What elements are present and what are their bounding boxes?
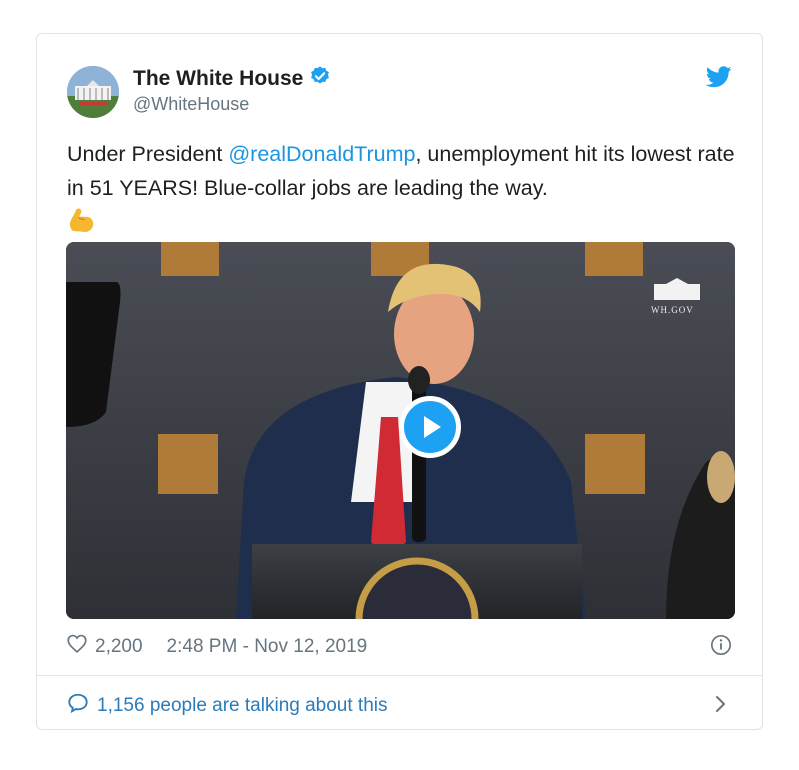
- play-icon: [424, 416, 441, 438]
- wh-gov-watermark: WH.GOV: [651, 305, 694, 315]
- tweet-text-before: Under President: [67, 142, 229, 166]
- info-icon[interactable]: [710, 634, 732, 661]
- talking-count[interactable]: 1,156 people are talking about this: [97, 695, 388, 717]
- tweet-card: The White House @WhiteHouse Under Presid…: [36, 33, 763, 730]
- avatar[interactable]: [67, 66, 119, 118]
- tweet-text: Under President @realDonaldTrump, unempl…: [67, 137, 737, 245]
- speech-bubble-icon: [67, 692, 89, 720]
- twitter-bird-icon[interactable]: [705, 66, 732, 93]
- tweet-meta: 2,200 2:48 PM - Nov 12, 2019: [67, 634, 367, 659]
- video-player[interactable]: WH.GOV: [66, 242, 735, 619]
- conversation-link[interactable]: 1,156 people are talking about this: [67, 692, 388, 720]
- mention-link[interactable]: @realDonaldTrump: [228, 142, 415, 166]
- play-button[interactable]: [399, 396, 461, 458]
- heart-icon[interactable]: [67, 634, 87, 659]
- like-count[interactable]: 2,200: [95, 636, 143, 658]
- account-name[interactable]: The White House: [133, 67, 303, 91]
- verified-badge-icon: [309, 65, 331, 93]
- divider: [37, 675, 762, 676]
- account-handle[interactable]: @WhiteHouse: [133, 94, 249, 115]
- chevron-right-icon[interactable]: [714, 694, 728, 719]
- flexed-biceps-emoji: [67, 207, 737, 245]
- account-name-row[interactable]: The White House: [133, 65, 331, 93]
- timestamp[interactable]: 2:48 PM - Nov 12, 2019: [167, 636, 368, 658]
